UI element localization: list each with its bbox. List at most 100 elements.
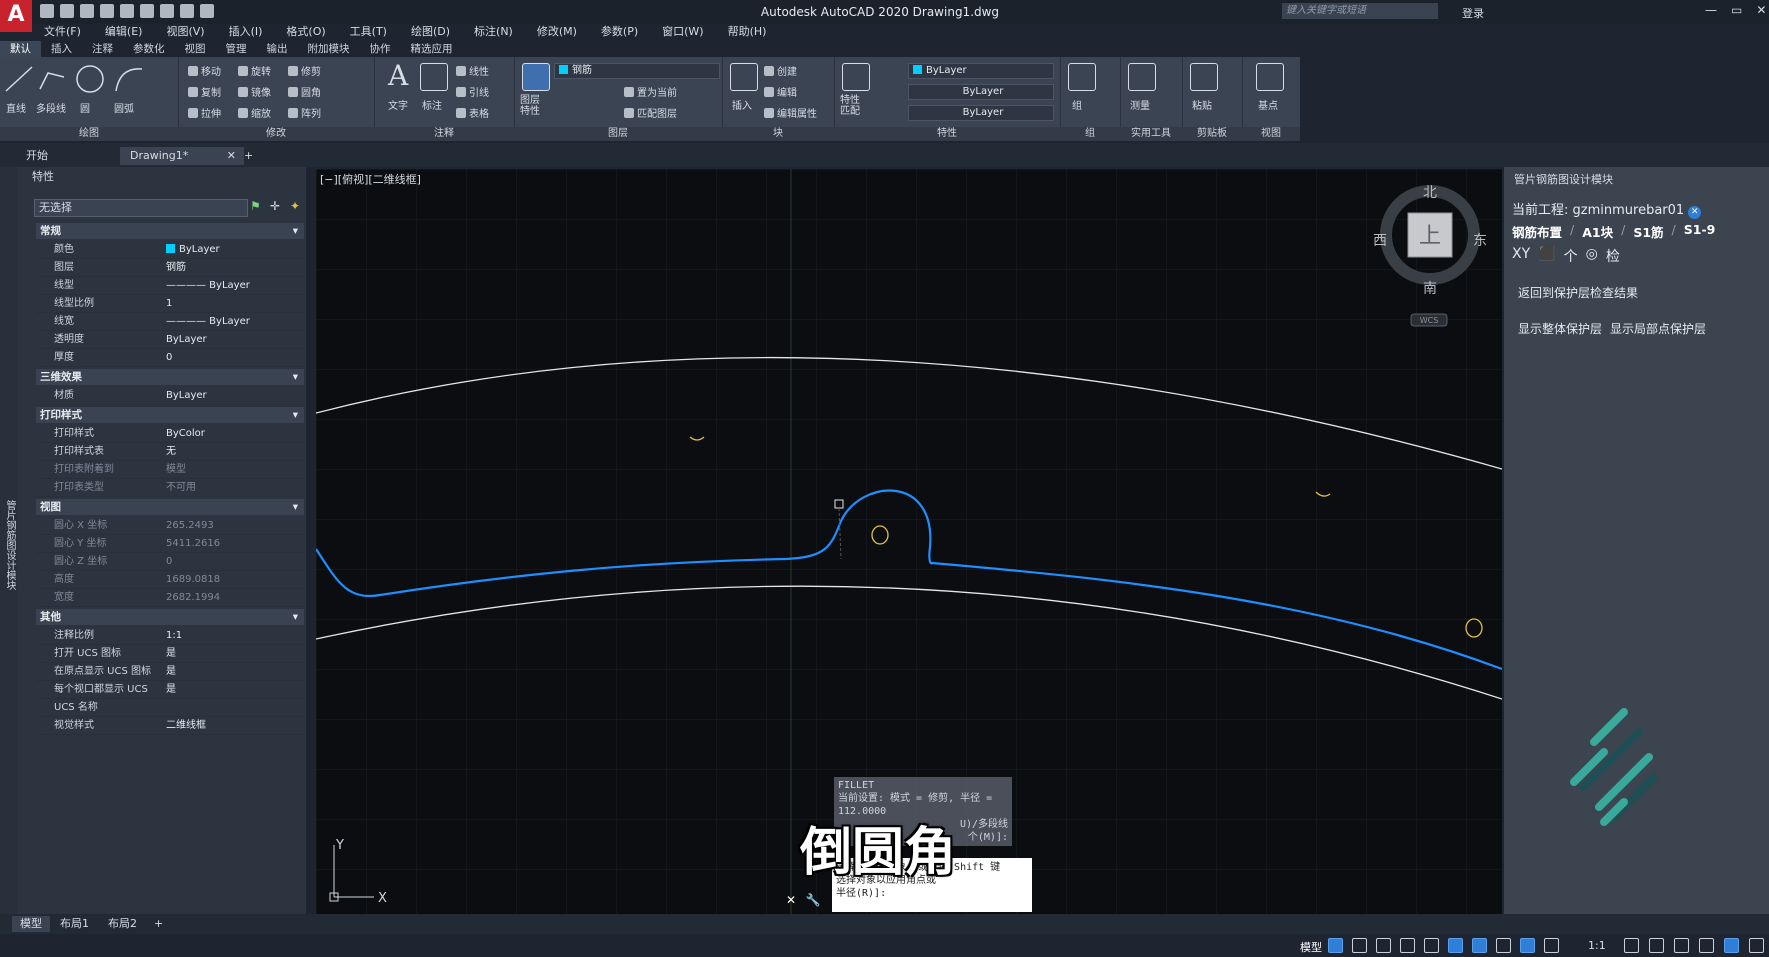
property-row[interactable]: 打开 UCS 图标 是 [36, 645, 304, 663]
paste-button[interactable]: 粘贴 [1192, 97, 1212, 112]
pickadd-icon[interactable]: ✦ [290, 199, 300, 213]
property-row[interactable]: 打印表类型 不可用 [36, 479, 304, 497]
snap-toggle-icon[interactable] [1352, 938, 1367, 953]
units-icon[interactable] [1674, 938, 1689, 953]
trim-button[interactable]: 修剪 [288, 63, 321, 78]
tab-default[interactable]: 默认 [0, 41, 41, 57]
chevron-down-icon[interactable]: ▾ [293, 499, 298, 515]
tab-addins[interactable]: 附加模块 [298, 41, 360, 57]
viewcube-south[interactable]: 南 [1423, 281, 1437, 297]
ortho-toggle-icon[interactable] [1376, 938, 1391, 953]
layer-properties-button[interactable]: 图层 特性 [520, 95, 540, 117]
save-as-icon[interactable] [100, 4, 114, 18]
menu-view[interactable]: 视图(V) [154, 23, 216, 41]
viewport-controls-label[interactable]: [−][俯视][二维线框] [320, 171, 421, 187]
dimension-button[interactable]: 标注 [422, 97, 442, 112]
rotate-button[interactable]: 旋转 [238, 63, 271, 78]
menu-file[interactable]: 文件(F) [32, 23, 93, 41]
panel-layers-title[interactable]: 图层 [514, 127, 722, 141]
menu-modify[interactable]: 修改(M) [525, 23, 589, 41]
add-layout-button[interactable]: + [146, 916, 171, 932]
save-icon[interactable] [80, 4, 94, 18]
tab-start[interactable]: 开始 [16, 147, 58, 165]
chevron-down-icon[interactable]: ▾ [293, 369, 298, 385]
tab-insert[interactable]: 插入 [41, 41, 82, 57]
insert-button[interactable]: 插入 [732, 97, 752, 112]
new-tab-button[interactable]: + [234, 147, 263, 165]
property-row[interactable]: 高度 1689.0818 [36, 571, 304, 589]
fillet-button[interactable]: 圆角 [288, 84, 321, 99]
color-dropdown[interactable]: ByLayer [908, 63, 1054, 79]
menu-format[interactable]: 格式(O) [274, 23, 337, 41]
scale-button[interactable]: 缩放 [238, 105, 271, 120]
gear-icon[interactable] [1624, 938, 1639, 953]
panel-annotation-title[interactable]: 注释 [374, 127, 514, 141]
osnap-toggle-icon[interactable] [1472, 938, 1487, 953]
property-row[interactable]: 图层 钢筋 [36, 259, 304, 277]
viewcube-north[interactable]: 北 [1423, 185, 1437, 201]
tab-output[interactable]: 输出 [257, 41, 298, 57]
arrow-up-icon[interactable]: 个 [1564, 246, 1578, 266]
show-local-cover-button[interactable]: 显示局部点保护层 [1610, 320, 1706, 337]
quick-properties-icon[interactable] [1699, 938, 1714, 953]
box-3d-icon[interactable]: ⬛ [1538, 246, 1555, 266]
new-icon[interactable] [40, 4, 54, 18]
property-row[interactable]: 线型 ———— ByLayer [36, 277, 304, 295]
property-row[interactable]: 厚度 0 [36, 349, 304, 367]
menu-parametric[interactable]: 参数(P) [589, 23, 650, 41]
base-button[interactable]: 基点 [1258, 97, 1278, 112]
grid-toggle-icon[interactable] [1328, 938, 1343, 953]
target-icon[interactable]: ◎ [1586, 246, 1598, 266]
plus-icon[interactable] [1649, 938, 1664, 953]
property-row[interactable]: 打印表附着到 模型 [36, 461, 304, 479]
panel-utilities-title[interactable]: 实用工具 [1120, 127, 1182, 141]
undo-icon[interactable] [180, 4, 194, 18]
property-row[interactable]: 注释比例 1:1 [36, 627, 304, 645]
isolate-objects-icon[interactable] [1724, 938, 1739, 953]
arc-button[interactable]: 圆弧 [114, 100, 134, 115]
section-header[interactable]: 视图 ▾ [36, 499, 304, 515]
create-block-button[interactable]: 创建 [764, 63, 797, 78]
copy-button[interactable]: 复制 [188, 84, 221, 99]
property-row[interactable]: 材质 ByLayer [36, 387, 304, 405]
clear-project-icon[interactable]: ✕ [1688, 206, 1702, 219]
crumb-bar[interactable]: S1筋 [1633, 222, 1663, 241]
property-row[interactable]: 每个视口都显示 UCS 是 [36, 681, 304, 699]
tab-parametric[interactable]: 参数化 [123, 41, 175, 57]
text-button[interactable]: 文字 [388, 97, 408, 112]
property-row[interactable]: 线型比例 1 [36, 295, 304, 313]
chevron-down-icon[interactable]: ▾ [293, 609, 298, 625]
viewcube-west[interactable]: 西 [1373, 233, 1387, 249]
annotation-scale[interactable]: 1:1 [1588, 939, 1606, 952]
stretch-button[interactable]: 拉伸 [188, 105, 221, 120]
close-icon[interactable]: ✕ [1756, 3, 1766, 17]
osnap-tracking-toggle-icon[interactable] [1448, 938, 1463, 953]
crumb-block[interactable]: A1块 [1582, 222, 1613, 241]
polyline-button[interactable]: 多段线 [36, 100, 66, 115]
panel-block-title[interactable]: 块 [722, 127, 834, 141]
show-overall-cover-button[interactable]: 显示整体保护层 [1518, 320, 1602, 337]
panel-groups-title[interactable]: 组 [1060, 127, 1120, 141]
edit-block-button[interactable]: 编辑 [764, 84, 797, 99]
property-row[interactable]: 打印样式 ByColor [36, 425, 304, 443]
tab-layout2[interactable]: 布局2 [100, 916, 145, 932]
menu-edit[interactable]: 编辑(E) [93, 23, 155, 41]
panel-clipboard-title[interactable]: 剪贴板 [1182, 127, 1242, 141]
crumb-bar-item[interactable]: S1-9 [1684, 222, 1716, 241]
property-row[interactable]: 透明度 ByLayer [36, 331, 304, 349]
menu-window[interactable]: 窗口(W) [650, 23, 715, 41]
model-space-button[interactable]: 模型 [1300, 939, 1322, 955]
tab-featured[interactable]: 精选应用 [401, 41, 463, 57]
selection-dropdown[interactable]: 无选择 [34, 199, 248, 217]
section-header[interactable]: 三维效果 ▾ [36, 369, 304, 385]
lineweight-dropdown[interactable]: ByLayer [908, 105, 1054, 121]
auto-scale-icon[interactable] [1544, 938, 1559, 953]
measure-button[interactable]: 测量 [1130, 97, 1150, 112]
move-button[interactable]: 移动 [188, 63, 221, 78]
mirror-button[interactable]: 镜像 [238, 84, 271, 99]
print-icon[interactable] [160, 4, 174, 18]
match-properties-button[interactable]: 特性 匹配 [840, 95, 860, 117]
customize-command-icon[interactable]: 🔧 [806, 893, 821, 907]
lineweight-toggle-icon[interactable] [1496, 938, 1511, 953]
set-current-button[interactable]: 置为当前 [624, 84, 677, 99]
